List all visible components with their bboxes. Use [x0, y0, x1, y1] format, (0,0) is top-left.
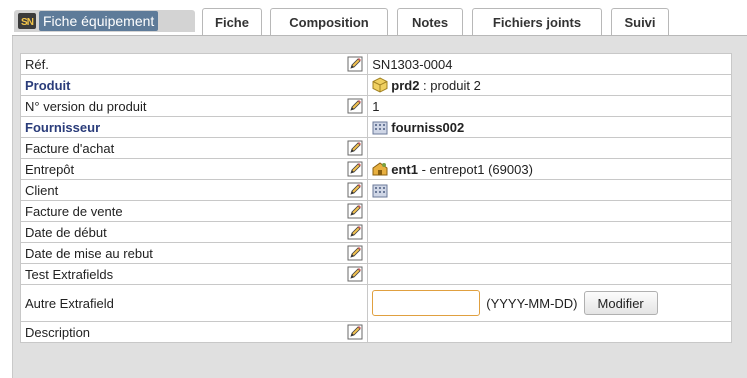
- edit-pencil-icon[interactable]: [347, 245, 363, 261]
- row-entrepot: Entrepôt ent1 - entrepot1 (69003): [19, 158, 732, 180]
- row-test-extrafields: Test Extrafields: [19, 263, 732, 285]
- field-label: N° version du produit: [19, 95, 369, 117]
- field-value: SN1303-0004: [367, 53, 732, 75]
- tab-label: Suivi: [624, 14, 656, 30]
- edit-pencil-icon[interactable]: [347, 56, 363, 72]
- field-label: Facture de vente: [19, 200, 369, 222]
- label-text: Test Extrafields: [25, 266, 114, 282]
- field-label: Entrepôt: [19, 158, 369, 180]
- field-value: ent1 - entrepot1 (69003): [367, 158, 732, 180]
- row-facture-achat: Facture d'achat: [19, 137, 732, 159]
- field-value: fourniss002: [367, 116, 732, 138]
- tab-fiche[interactable]: Fiche: [202, 8, 262, 35]
- field-value: 1: [367, 95, 732, 117]
- tab-fichiers-joints[interactable]: Fichiers joints: [472, 8, 602, 35]
- title-tab: SN Fiche équipement: [14, 10, 195, 32]
- field-label: Date de mise au rebut: [19, 242, 369, 264]
- row-produit: Produit prd2 : produit 2: [19, 74, 732, 96]
- label-text: Réf.: [25, 56, 49, 72]
- row-version: N° version du produit 1: [19, 95, 732, 117]
- field-label: Produit: [19, 74, 369, 96]
- tab-label: Notes: [411, 14, 449, 30]
- date-input[interactable]: [372, 290, 481, 316]
- field-label: Fournisseur: [19, 116, 369, 138]
- field-label: Facture d'achat: [19, 137, 369, 159]
- edit-pencil-icon[interactable]: [347, 266, 363, 282]
- label-text: N° version du produit: [25, 98, 147, 114]
- row-client: Client: [19, 179, 732, 201]
- label-text: Facture de vente: [25, 203, 123, 219]
- field-value: [367, 263, 732, 285]
- field-label: Description: [19, 321, 369, 343]
- label-text: Facture d'achat: [25, 140, 115, 156]
- warehouse-link[interactable]: ent1: [391, 162, 418, 177]
- tab-label: Composition: [289, 14, 369, 30]
- edit-pencil-icon[interactable]: [347, 224, 363, 240]
- label-text: Date de début: [25, 224, 107, 240]
- edit-pencil-icon[interactable]: [347, 182, 363, 198]
- edit-pencil-icon[interactable]: [347, 203, 363, 219]
- field-value: [367, 242, 732, 264]
- tab-bar: SN Fiche équipement Fiche Composition No…: [0, 0, 747, 37]
- field-value: (YYYY-MM-DD) Modifier: [367, 284, 732, 322]
- edit-pencil-icon[interactable]: [347, 161, 363, 177]
- row-date-rebut: Date de mise au rebut: [19, 242, 732, 264]
- label-text: Entrepôt: [25, 161, 75, 177]
- warehouse-name: - entrepot1 (69003): [418, 162, 533, 177]
- row-date-debut: Date de début: [19, 221, 732, 243]
- field-label: Client: [19, 179, 369, 201]
- edit-pencil-icon[interactable]: [347, 98, 363, 114]
- title-tab-label: Fiche équipement: [39, 11, 159, 31]
- product-icon: [372, 77, 388, 93]
- row-ref: Réf. SN1303-0004: [19, 53, 732, 75]
- field-label: Test Extrafields: [19, 263, 369, 285]
- svg-text:SN: SN: [21, 17, 34, 28]
- modify-button[interactable]: Modifier: [583, 291, 658, 315]
- tab-composition[interactable]: Composition: [270, 8, 388, 35]
- company-icon: [372, 182, 388, 198]
- field-value: prd2 : produit 2: [367, 74, 732, 96]
- date-format-hint: (YYYY-MM-DD): [486, 295, 578, 311]
- product-name: : produit 2: [419, 78, 481, 93]
- product-link[interactable]: prd2: [391, 78, 419, 93]
- equipment-form: Réf. SN1303-0004 Produit prd2 : produit …: [19, 53, 732, 343]
- label-text: Client: [25, 182, 59, 198]
- tab-label: Fichiers joints: [492, 14, 582, 30]
- tab-label: Fiche: [215, 14, 249, 30]
- supplier-company-icon: [372, 119, 388, 135]
- field-label: Autre Extrafield: [19, 284, 369, 322]
- edit-pencil-icon[interactable]: [347, 140, 363, 156]
- field-value: [367, 221, 732, 243]
- tab-notes[interactable]: Notes: [397, 8, 463, 35]
- tab-suivi[interactable]: Suivi: [611, 8, 669, 35]
- field-value: [367, 200, 732, 222]
- field-value: [367, 137, 732, 159]
- row-facture-vente: Facture de vente: [19, 200, 732, 222]
- warehouse-icon: [372, 162, 388, 176]
- edit-pencil-icon[interactable]: [347, 324, 363, 340]
- field-label: Réf.: [19, 53, 369, 75]
- row-description: Description: [19, 321, 732, 343]
- field-value: [367, 321, 732, 343]
- supplier-link[interactable]: fourniss002: [391, 120, 464, 135]
- field-label: Date de début: [19, 221, 369, 243]
- label-text: Description: [25, 324, 91, 340]
- row-fournisseur: Fournisseur fourniss002: [19, 116, 732, 138]
- equipment-logo-icon: SN: [18, 13, 36, 29]
- field-value: [367, 179, 732, 201]
- label-text: Date de mise au rebut: [25, 245, 153, 261]
- row-autre-extrafield: Autre Extrafield (YYYY-MM-DD) Modifier: [19, 284, 732, 322]
